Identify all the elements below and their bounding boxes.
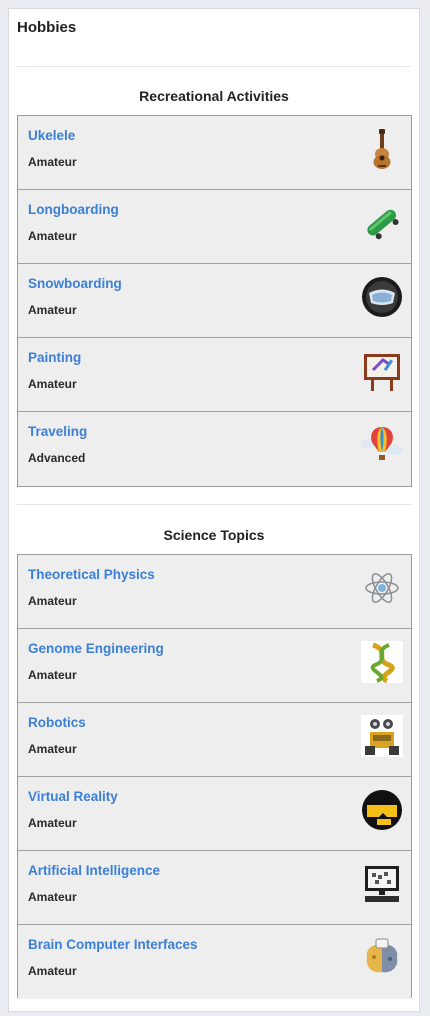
skill-level: Amateur: [28, 229, 77, 243]
easel-icon: [364, 354, 400, 391]
section-title-science: Science Topics: [163, 527, 265, 543]
brain-icon: [366, 938, 398, 973]
topic-link[interactable]: Robotics: [28, 715, 86, 730]
topic-link[interactable]: Genome Engineering: [28, 641, 164, 656]
skill-level: Amateur: [28, 742, 77, 756]
dna-icon: [361, 641, 403, 683]
hobbies-panel: Hobbies Recreational Activities Ukelele …: [8, 8, 420, 1012]
panel-title: Hobbies: [17, 19, 77, 36]
skateboard-icon: [367, 209, 399, 240]
skill-level: Amateur: [28, 377, 77, 391]
list-item: Brain Computer Interfaces Amateur: [18, 925, 411, 999]
topic-link[interactable]: Theoretical Physics: [28, 567, 155, 582]
skill-level: Amateur: [28, 303, 77, 317]
hobby-link[interactable]: Painting: [28, 350, 81, 365]
topic-link[interactable]: Virtual Reality: [28, 789, 118, 804]
list-item: Genome Engineering Amateur: [18, 629, 411, 703]
hobby-link[interactable]: Snowboarding: [28, 276, 122, 291]
section-title-recreational: Recreational Activities: [139, 88, 289, 104]
list-item: Artificial Intelligence Amateur: [18, 851, 411, 925]
science-list: Theoretical Physics Amateur Genome Engin…: [17, 554, 412, 999]
computer-icon: [365, 866, 399, 902]
robot-icon: [361, 715, 403, 757]
atom-icon: [365, 573, 399, 603]
skill-level: Advanced: [28, 451, 86, 465]
hobby-link[interactable]: Longboarding: [28, 202, 119, 217]
hobby-link[interactable]: Traveling: [28, 424, 87, 439]
recreational-list: Ukelele Amateur Longboarding Amateur Sno…: [17, 115, 412, 487]
list-item: Painting Amateur: [18, 338, 411, 412]
list-item: Robotics Amateur: [18, 703, 411, 777]
vr-headset-icon: [362, 790, 402, 830]
topic-link[interactable]: Brain Computer Interfaces: [28, 937, 198, 952]
skill-level: Amateur: [28, 594, 77, 608]
hobby-link[interactable]: Ukelele: [28, 128, 75, 143]
list-item: Virtual Reality Amateur: [18, 777, 411, 851]
list-item: Theoretical Physics Amateur: [18, 555, 411, 629]
snow-goggles-icon: [362, 277, 402, 317]
skill-level: Amateur: [28, 816, 77, 830]
list-item: Traveling Advanced: [18, 412, 411, 486]
list-item: Ukelele Amateur: [18, 116, 411, 190]
ukulele-icon: [373, 129, 391, 169]
divider: [17, 504, 411, 505]
hot-air-balloon-icon: [361, 427, 403, 460]
skill-level: Amateur: [28, 668, 77, 682]
topic-link[interactable]: Artificial Intelligence: [28, 863, 160, 878]
skill-level: Amateur: [28, 890, 77, 904]
skill-level: Amateur: [28, 964, 77, 978]
list-item: Longboarding Amateur: [18, 190, 411, 264]
divider: [17, 66, 411, 67]
skill-level: Amateur: [28, 155, 77, 169]
list-item: Snowboarding Amateur: [18, 264, 411, 338]
